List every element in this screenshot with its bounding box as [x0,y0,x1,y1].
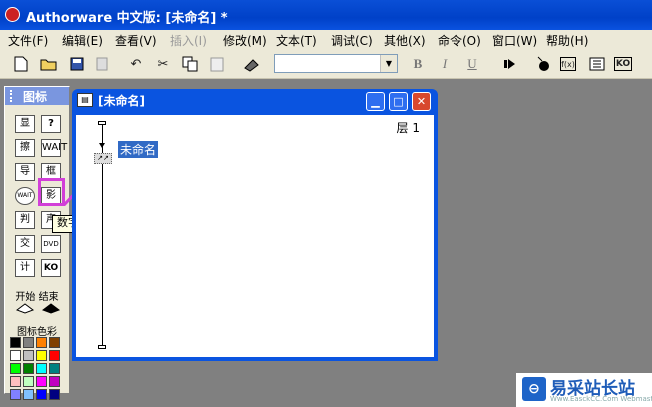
menu-other[interactable]: 其他(X) [384,32,426,49]
chevron-down-icon[interactable]: ▼ [380,55,397,72]
menu-debug[interactable]: 调试(C) [331,32,373,49]
knowledge-objects-button[interactable]: KO [614,57,632,71]
icon-colors-label: 图标色彩 [17,327,57,338]
color-swatch[interactable] [10,389,21,400]
color-swatch[interactable] [23,363,34,374]
color-swatch[interactable] [36,389,47,400]
control-panel-icon[interactable] [533,54,553,74]
arrow-down-icon [99,143,105,148]
color-swatch[interactable] [49,376,60,387]
interaction-icon[interactable]: 交 [15,235,35,253]
flowline-end-marker [98,345,106,349]
import-icon[interactable] [92,54,112,74]
find-icon[interactable] [242,54,262,74]
color-swatch[interactable] [49,363,60,374]
undo-icon[interactable]: ↶ [126,54,146,74]
open-folder-icon[interactable] [39,54,59,74]
start-flag-icon[interactable] [15,302,35,317]
motion-icon[interactable]: ? [41,115,61,133]
design-window: ▤ [未命名] ▁ □ ✕ ↗↗ 层 1 未命名 [72,89,438,361]
watermark-url: Www.EasckCC.Com Webmaster [550,395,652,403]
maximize-button[interactable]: □ [389,92,408,111]
color-swatch[interactable] [49,350,60,361]
site-logo: ⊖ [522,377,546,401]
minimize-button[interactable]: ▁ [366,92,385,111]
grip-icon[interactable] [10,90,16,102]
color-swatch[interactable] [49,389,60,400]
digital-movie-flow-icon[interactable]: ↗↗ [94,153,112,164]
cut-icon[interactable]: ✂ [153,54,173,74]
title-bar: Authorware 中文版: [未命名] * [0,0,652,30]
authorware-app-icon[interactable] [5,7,20,22]
erase-icon[interactable]: 擦 [15,139,35,157]
display-icon[interactable]: 显 [15,115,35,133]
color-swatch[interactable] [23,389,34,400]
knowledge-object-icon[interactable]: KO [41,259,61,277]
color-swatch[interactable] [49,337,60,348]
palette-title-bar[interactable]: 图标 [5,87,69,105]
calculation-icon[interactable]: 计 [15,259,35,277]
font-combo[interactable]: ▼ [274,54,398,73]
menu-modify[interactable]: 修改(M) [223,32,267,49]
color-swatch[interactable] [23,376,34,387]
wait-circle-icon[interactable]: WAIT [15,187,35,205]
flow-icon-name[interactable]: 未命名 [118,141,159,158]
watermark: ⊖ 易采站长站 Www.EasckCC.Com Webmaster [516,373,652,407]
close-button[interactable]: ✕ [412,92,431,111]
functions-button[interactable]: f(x) [560,57,576,71]
paste-icon[interactable] [207,54,227,74]
menu-view[interactable]: 查看(V) [115,32,157,49]
navigate-icon[interactable]: 导 [15,163,35,181]
stop-flag-icon[interactable] [41,302,61,317]
color-swatch[interactable] [10,363,21,374]
decision-icon[interactable]: 判 [15,211,35,229]
menu-bar: 文件(F) 编辑(E) 查看(V) 插入(I) 修改(M) 文本(T) 调试(C… [0,30,652,50]
copy-icon[interactable] [180,54,200,74]
color-swatch[interactable] [10,376,21,387]
menu-edit[interactable]: 编辑(E) [62,32,103,49]
color-swatch[interactable] [10,337,21,348]
color-swatch[interactable] [36,376,47,387]
layer-label: 层 1 [396,121,420,135]
color-swatch[interactable] [36,350,47,361]
menu-text[interactable]: 文本(T) [276,32,317,49]
icon-palette: 图标 显 ? 擦 WAIT 导 框 WAIT 影 判 声 交 DVD 计 KO … [4,86,70,400]
design-window-title: [未命名] [98,94,145,108]
color-swatch[interactable] [36,337,47,348]
color-swatch[interactable] [23,337,34,348]
bold-button[interactable]: B [408,54,428,74]
video-icon[interactable]: DVD [41,235,61,253]
underline-button[interactable]: U [462,54,482,74]
wait-icon[interactable]: WAIT [41,139,67,157]
window-title: Authorware 中文版: [未命名] * [26,11,228,26]
italic-button[interactable]: I [435,54,455,74]
menu-window[interactable]: 窗口(W) [492,32,537,49]
new-file-icon[interactable] [11,54,31,74]
start-end-label: 开始 结束 [15,292,59,303]
menu-commands[interactable]: 命令(O) [438,32,481,49]
restart-icon[interactable] [500,54,520,74]
flowline-canvas[interactable]: ↗↗ 层 1 未命名 [76,115,434,357]
menu-file[interactable]: 文件(F) [8,32,48,49]
save-all-icon[interactable] [67,54,87,74]
color-swatch[interactable] [10,350,21,361]
menu-insert[interactable]: 插入(I) [170,32,207,49]
color-swatch[interactable] [23,350,34,361]
flowline-start-marker [98,121,106,125]
palette-title: 图标 [23,90,48,104]
design-window-icon[interactable]: ▤ [77,93,93,107]
menu-help[interactable]: 帮助(H) [546,32,588,49]
color-swatch[interactable] [36,363,47,374]
variables-icon[interactable] [587,54,607,74]
